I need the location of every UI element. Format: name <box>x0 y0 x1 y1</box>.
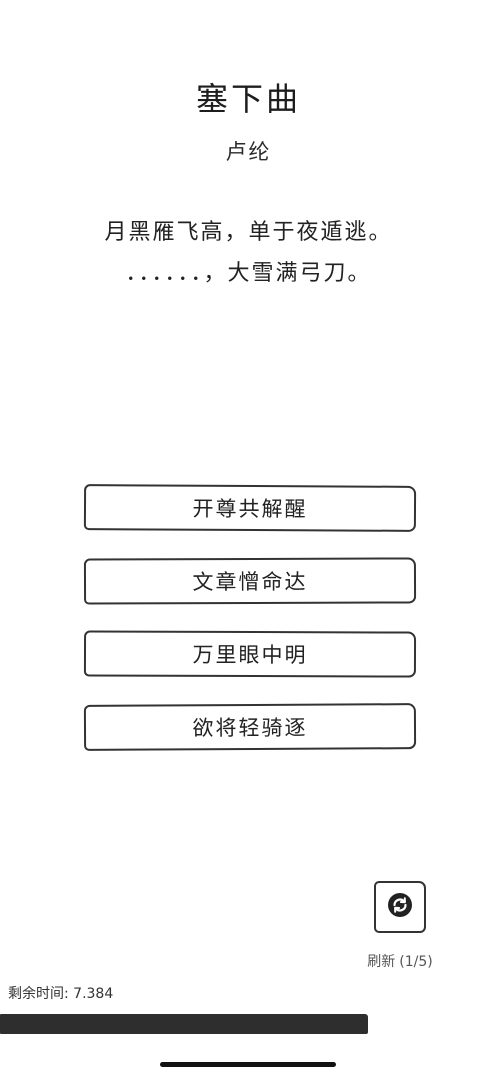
poem-line-2-blank: ．．．．．．，大雪满弓刀。 <box>125 261 372 286</box>
refresh-label: 刷新 (1/5) <box>350 951 450 971</box>
refresh-text: 刷新 <box>367 954 396 970</box>
refresh-button[interactable] <box>374 881 426 933</box>
home-indicator[interactable] <box>160 1062 336 1067</box>
answer-option-2[interactable]: 文章憎命达 <box>83 557 417 605</box>
refresh-count: (1/5) <box>399 954 433 970</box>
poem-line-1: 月黑雁飞高，单于夜遁逃。 <box>104 220 393 245</box>
answer-option-3[interactable]: 万里眼中明 <box>83 630 417 678</box>
poem-author: 卢纶 <box>225 140 272 164</box>
poem-title: 塞下曲 <box>195 80 301 118</box>
timer-progress-fill <box>0 1014 368 1034</box>
answer-option-1[interactable]: 开尊共解醒 <box>83 484 417 532</box>
remaining-time-text: 剩余时间: 7.384 <box>8 986 114 1002</box>
refresh-icon <box>386 891 414 923</box>
timer-progress-bar <box>0 1014 497 1034</box>
answer-option-4[interactable]: 欲将轻骑逐 <box>83 703 417 751</box>
